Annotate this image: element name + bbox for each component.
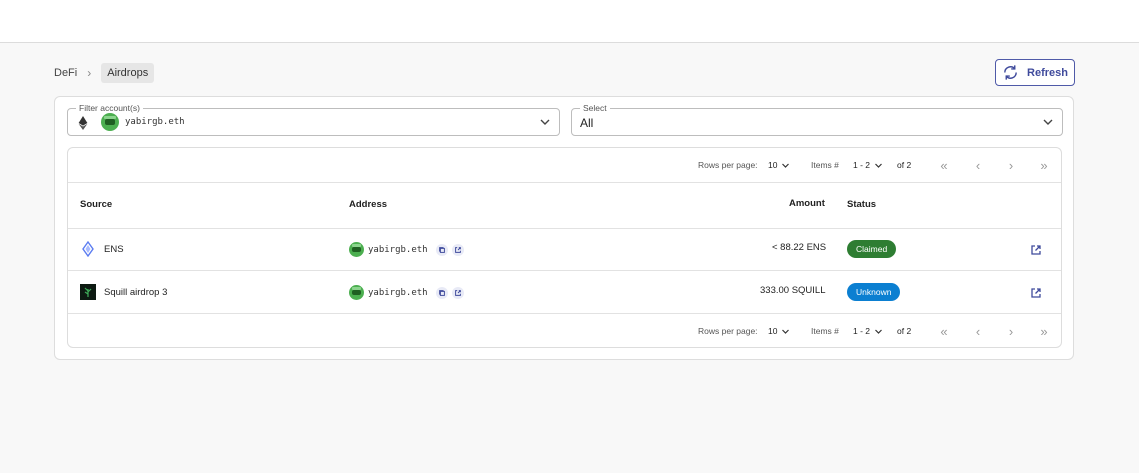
column-header-source[interactable]: Source — [80, 199, 112, 210]
divider — [68, 228, 1061, 229]
external-link-icon[interactable] — [451, 286, 464, 299]
external-link-icon[interactable] — [1030, 287, 1042, 299]
items-range-value: 1 - 2 — [853, 160, 871, 170]
amount-cell: 333.00 SQUILL — [760, 285, 826, 296]
refresh-button[interactable]: Refresh — [995, 59, 1075, 86]
items-range-value: 1 - 2 — [853, 326, 871, 336]
amount-cell: < 88.22 ENS — [772, 242, 827, 253]
breadcrumb: DeFi › Airdrops — [54, 63, 155, 83]
divider — [68, 270, 1061, 271]
first-page-icon[interactable]: « — [936, 323, 952, 339]
address-cell: yabirgb.eth — [349, 242, 464, 257]
chevron-down-icon[interactable] — [1042, 116, 1054, 128]
source-cell: ENS — [80, 241, 124, 257]
account-avatar — [349, 285, 364, 300]
select-value: All — [580, 116, 594, 130]
chevron-down-icon[interactable] — [539, 116, 551, 128]
refresh-label: Refresh — [1027, 66, 1068, 79]
breadcrumb-item-airdrops: Airdrops — [101, 63, 155, 83]
column-header-amount[interactable]: Amount — [789, 198, 825, 209]
rows-per-page-value: 10 — [768, 160, 778, 170]
address-cell: yabirgb.eth — [349, 285, 464, 300]
source-cell: Squill airdrop 3 — [80, 284, 167, 300]
rows-per-page-label: Rows per page: — [698, 160, 758, 170]
first-page-icon[interactable]: « — [936, 157, 952, 173]
chevron-down-icon — [782, 163, 790, 168]
airdrops-table: Rows per page: 10 Items # 1 - 2 of 2 « ‹… — [67, 147, 1062, 348]
status-badge: Claimed — [847, 240, 897, 258]
selected-account-chip[interactable]: yabirgb.eth — [101, 113, 185, 131]
external-link-icon[interactable] — [451, 243, 464, 256]
pagination-top: Rows per page: 10 Items # 1 - 2 of 2 « ‹… — [68, 148, 1061, 182]
column-header-address[interactable]: Address — [349, 199, 387, 210]
rows-per-page-label: Rows per page: — [698, 326, 758, 336]
items-label: Items # — [811, 326, 839, 336]
breadcrumb-item-defi[interactable]: DeFi — [54, 67, 77, 79]
items-range-select[interactable]: 1 - 2 — [853, 160, 883, 170]
items-total: of 2 — [897, 326, 912, 336]
chevron-down-icon — [875, 163, 882, 168]
rows-per-page-value: 10 — [768, 326, 778, 336]
chevron-down-icon — [782, 329, 790, 334]
copy-icon[interactable] — [435, 286, 448, 299]
rows-per-page-select[interactable]: 10 — [768, 326, 790, 336]
top-app-bar — [0, 0, 1139, 43]
account-avatar — [101, 113, 119, 131]
account-filter-field[interactable]: Filter account(s) yabirgb.eth — [67, 102, 560, 136]
airdrops-card: Filter account(s) yabirgb.eth Select All… — [54, 96, 1074, 360]
select-field[interactable]: Select All — [571, 102, 1063, 136]
squill-logo-icon — [80, 284, 96, 300]
selected-account-name: yabirgb.eth — [125, 117, 185, 127]
next-page-icon[interactable]: › — [1003, 157, 1019, 173]
items-label: Items # — [811, 160, 839, 170]
ethereum-icon — [78, 116, 88, 130]
previous-page-icon[interactable]: ‹ — [970, 157, 986, 173]
previous-page-icon[interactable]: ‹ — [970, 323, 986, 339]
last-page-icon[interactable]: » — [1036, 157, 1052, 173]
breadcrumb-separator-icon: › — [87, 66, 92, 80]
divider — [68, 182, 1061, 183]
pagination-bottom: Rows per page: 10 Items # 1 - 2 of 2 « ‹… — [68, 314, 1061, 348]
address-text: yabirgb.eth — [368, 244, 428, 255]
ens-logo-icon — [82, 241, 94, 257]
external-link-icon[interactable] — [1030, 244, 1042, 256]
copy-icon[interactable] — [435, 243, 448, 256]
last-page-icon[interactable]: » — [1036, 323, 1052, 339]
rows-per-page-select[interactable]: 10 — [768, 160, 790, 170]
next-page-icon[interactable]: › — [1003, 323, 1019, 339]
column-header-status[interactable]: Status — [847, 199, 876, 210]
source-name: ENS — [104, 243, 124, 255]
select-label: Select — [580, 102, 610, 114]
chevron-down-icon — [875, 329, 882, 334]
account-avatar — [349, 242, 364, 257]
refresh-icon — [1004, 65, 1017, 80]
items-total: of 2 — [897, 160, 912, 170]
address-text: yabirgb.eth — [368, 287, 428, 298]
status-badge: Unknown — [847, 283, 901, 301]
items-range-select[interactable]: 1 - 2 — [853, 326, 883, 336]
source-name: Squill airdrop 3 — [104, 286, 168, 298]
